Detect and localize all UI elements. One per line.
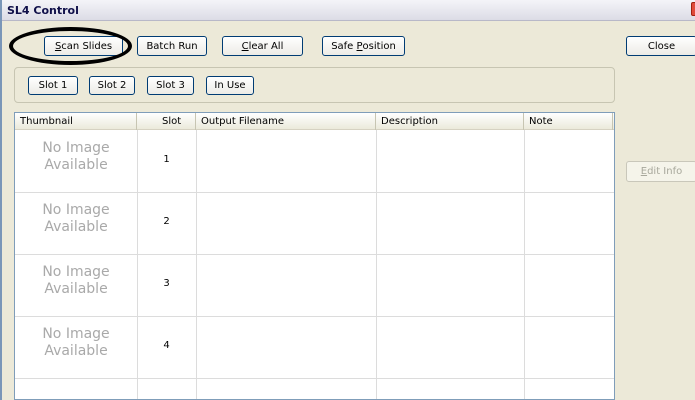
table-row[interactable]: No Image Available 4 [15,317,614,379]
thumbnail-placeholder: No Image Available [42,264,110,297]
slot-3-button[interactable]: Slot 3 [147,76,194,95]
slot-number: 4 [163,340,170,351]
table-header: Thumbnail Slot Output Filename Descripti… [15,113,614,130]
clear-all-button[interactable]: Clear All [222,36,303,56]
window-close-icon[interactable] [691,2,695,16]
column-header-thumbnail[interactable]: Thumbnail [15,113,137,130]
table-row[interactable]: No Image Available 3 [15,255,614,317]
thumbnail-placeholder: No Image Available [42,140,110,173]
slot-number: 1 [163,154,170,165]
sl4-control-window: SL4 Control Scan Slides Batch Run Clear … [0,0,695,400]
thumbnail-placeholder: No Image Available [42,326,110,359]
title-bar: SL4 Control [2,0,695,21]
column-header-slot[interactable]: Slot [137,113,196,130]
in-use-button[interactable]: In Use [206,76,254,95]
window-title: SL4 Control [7,4,79,17]
column-header-description[interactable]: Description [376,113,524,130]
column-header-output-filename[interactable]: Output Filename [196,113,376,130]
column-header-note[interactable]: Note [524,113,613,130]
batch-run-button[interactable]: Batch Run [137,36,207,56]
slot-number: 2 [163,216,170,227]
close-button[interactable]: Close [626,36,695,56]
edit-info-button[interactable]: Edit Info [626,161,695,182]
slot-2-button[interactable]: Slot 2 [89,76,135,95]
table-row[interactable]: No Image Available 1 [15,131,614,193]
thumbnail-placeholder: No Image Available [42,202,110,235]
slot-1-button[interactable]: Slot 1 [28,76,78,95]
annotation-oval [9,27,132,65]
slot-number: 3 [163,278,170,289]
table-row[interactable]: No Image Available 2 [15,193,614,255]
slides-table[interactable]: Thumbnail Slot Output Filename Descripti… [14,112,615,400]
safe-position-button[interactable]: Safe Position [322,36,405,56]
